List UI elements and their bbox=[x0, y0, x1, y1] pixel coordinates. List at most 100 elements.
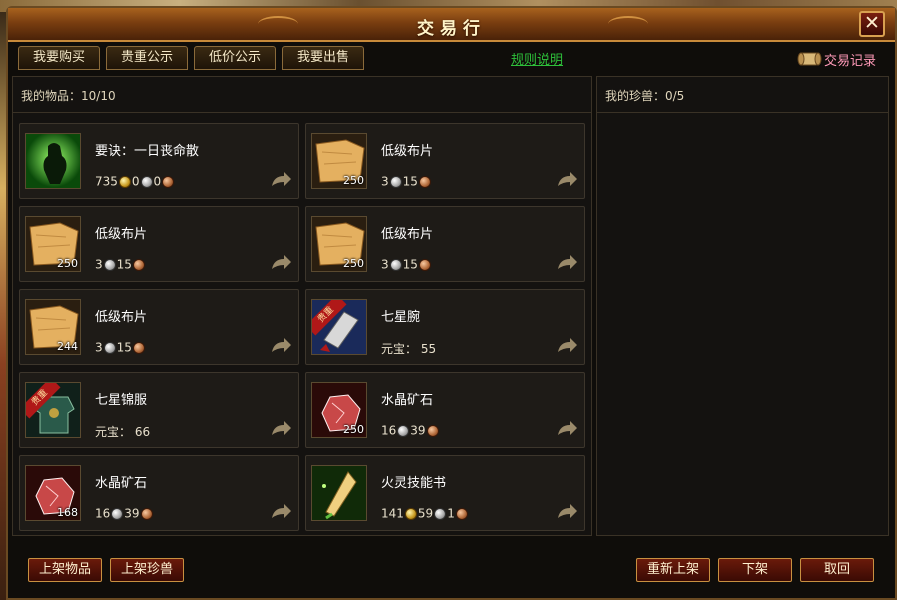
fire-skill-book-icon[interactable] bbox=[311, 465, 367, 521]
item-card[interactable]: 168 水晶矿石 16 39 bbox=[19, 455, 299, 531]
item-name: 水晶矿石 bbox=[95, 476, 148, 491]
skill-book-green-icon[interactable] bbox=[25, 133, 81, 189]
copper-coin-icon bbox=[132, 258, 145, 271]
item-name: 低级布片 bbox=[381, 144, 434, 159]
item-name: 要诀：一日丧命散 bbox=[95, 144, 200, 159]
silver-amount: 3 bbox=[95, 257, 103, 272]
copper-coin-icon bbox=[140, 507, 153, 520]
item-quantity: 250 bbox=[343, 257, 364, 270]
item-price: 元宝： 66 bbox=[95, 423, 150, 439]
gold-coin-icon bbox=[404, 507, 417, 520]
my-items-panel: 我的物品：10/10 要诀：一日丧命散 735 0 0 250 低级布片 3 15 250 低级布… bbox=[12, 76, 592, 536]
silver-amount: 3 bbox=[381, 174, 389, 189]
copper-coin-icon bbox=[418, 175, 431, 188]
share-arrow-icon[interactable] bbox=[556, 170, 578, 188]
list-pet-button[interactable]: 上架珍兽 bbox=[110, 558, 184, 582]
silver-coin-icon bbox=[103, 258, 116, 271]
copper-coin-icon bbox=[132, 341, 145, 354]
item-name: 七星腕 bbox=[381, 310, 421, 325]
silver-coin-icon bbox=[111, 507, 124, 520]
item-name: 七星锦服 bbox=[95, 393, 148, 408]
crystal-ore-icon[interactable]: 250 bbox=[311, 382, 367, 438]
trade-log-button[interactable]: 交易记录 bbox=[796, 45, 892, 73]
item-card[interactable]: 要诀：一日丧命散 735 0 0 bbox=[19, 123, 299, 199]
silver-coin-icon bbox=[434, 507, 447, 520]
close-button[interactable]: ✕ bbox=[859, 11, 885, 37]
silver-amount: 3 bbox=[381, 257, 389, 272]
yuanbao-amount: 元宝： 55 bbox=[381, 342, 437, 356]
copper-amount: 39 bbox=[124, 506, 140, 521]
cloth-piece-icon[interactable]: 250 bbox=[311, 133, 367, 189]
share-arrow-icon[interactable] bbox=[556, 253, 578, 271]
silver-coin-icon bbox=[389, 258, 402, 271]
my-pets-panel: 我的珍兽：0/5 bbox=[596, 76, 889, 536]
item-price: 3 15 bbox=[95, 340, 146, 356]
item-card[interactable]: 250 低级布片 3 15 bbox=[305, 206, 585, 282]
rules-link[interactable]: 规则说明 bbox=[511, 49, 563, 68]
cloth-piece-icon[interactable]: 244 bbox=[25, 299, 81, 355]
item-name: 低级布片 bbox=[95, 310, 148, 325]
copper-coin-icon bbox=[455, 507, 468, 520]
gold-coin-icon bbox=[118, 175, 131, 188]
item-price: 16 39 bbox=[381, 423, 440, 439]
tab-precious[interactable]: 贵重公示 bbox=[106, 46, 188, 70]
my-items-header: 我的物品：10/10 bbox=[13, 77, 591, 113]
item-card[interactable]: 250 低级布片 3 15 bbox=[305, 123, 585, 199]
armor-icon[interactable]: 贵重 bbox=[25, 382, 81, 438]
tab-buy[interactable]: 我要购买 bbox=[18, 46, 100, 70]
share-arrow-icon[interactable] bbox=[270, 253, 292, 271]
share-arrow-icon[interactable] bbox=[270, 502, 292, 520]
share-arrow-icon[interactable] bbox=[556, 419, 578, 437]
copper-amount: 15 bbox=[116, 257, 132, 272]
retrieve-button[interactable]: 取回 bbox=[800, 558, 874, 582]
item-card[interactable]: 贵重 七星锦服元宝： 66 bbox=[19, 372, 299, 448]
item-card[interactable]: 250 水晶矿石 16 39 bbox=[305, 372, 585, 448]
copper-amount: 15 bbox=[402, 174, 418, 189]
relist-button[interactable]: 重新上架 bbox=[636, 558, 710, 582]
my-pets-header: 我的珍兽：0/5 bbox=[597, 77, 888, 113]
delist-button[interactable]: 下架 bbox=[718, 558, 792, 582]
window-title: 交易行 bbox=[417, 19, 486, 39]
tab-sell[interactable]: 我要出售 bbox=[282, 46, 364, 70]
tab-lowprice[interactable]: 低价公示 bbox=[194, 46, 276, 70]
cloth-piece-icon[interactable]: 250 bbox=[25, 216, 81, 272]
share-arrow-icon[interactable] bbox=[556, 502, 578, 520]
item-price: 16 39 bbox=[95, 506, 154, 522]
share-arrow-icon[interactable] bbox=[556, 336, 578, 354]
title-bar[interactable]: 交易行 ✕ bbox=[8, 8, 895, 42]
cloth-piece-icon[interactable]: 250 bbox=[311, 216, 367, 272]
silver-coin-icon bbox=[103, 341, 116, 354]
silver-amount: 16 bbox=[381, 423, 397, 438]
item-name: 水晶矿石 bbox=[381, 393, 434, 408]
item-card[interactable]: 250 低级布片 3 15 bbox=[19, 206, 299, 282]
list-item-button[interactable]: 上架物品 bbox=[28, 558, 102, 582]
share-arrow-icon[interactable] bbox=[270, 419, 292, 437]
item-price: 元宝： 55 bbox=[381, 340, 436, 356]
item-name: 低级布片 bbox=[95, 227, 148, 242]
gold-amount: 735 bbox=[95, 174, 118, 189]
bracer-icon[interactable]: 贵重 bbox=[311, 299, 367, 355]
silver-amount: 59 bbox=[417, 506, 434, 521]
share-arrow-icon[interactable] bbox=[270, 170, 292, 188]
item-card[interactable]: 火灵技能书 141 59 1 bbox=[305, 455, 585, 531]
item-card[interactable]: 贵重 七星腕元宝： 55 bbox=[305, 289, 585, 365]
copper-coin-icon bbox=[162, 175, 175, 188]
item-name: 火灵技能书 bbox=[381, 476, 447, 491]
item-price: 141 59 1 bbox=[381, 506, 469, 522]
item-price: 3 15 bbox=[381, 257, 432, 273]
item-quantity: 168 bbox=[57, 506, 78, 519]
share-arrow-icon[interactable] bbox=[270, 336, 292, 354]
yuanbao-amount: 元宝： 66 bbox=[95, 425, 151, 439]
crystal-ore-icon[interactable]: 168 bbox=[25, 465, 81, 521]
item-price: 735 0 0 bbox=[95, 174, 175, 190]
silver-coin-icon bbox=[140, 175, 153, 188]
copper-coin-icon bbox=[418, 258, 431, 271]
copper-amount: 0 bbox=[153, 174, 162, 189]
silver-coin-icon bbox=[397, 424, 410, 437]
item-quantity: 250 bbox=[343, 174, 364, 187]
copper-amount: 39 bbox=[410, 423, 426, 438]
item-price: 3 15 bbox=[381, 174, 432, 190]
item-quantity: 250 bbox=[57, 257, 78, 270]
item-card[interactable]: 244 低级布片 3 15 bbox=[19, 289, 299, 365]
silver-amount: 3 bbox=[95, 340, 103, 355]
